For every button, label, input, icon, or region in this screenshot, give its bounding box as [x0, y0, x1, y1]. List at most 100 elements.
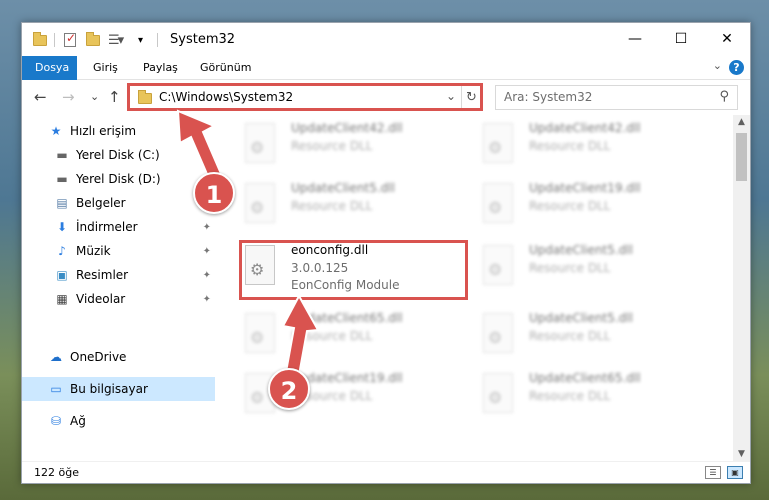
sidebar-item-this-pc[interactable]: ▭ Bu bilgisayar: [22, 377, 215, 401]
expand-ribbon-icon[interactable]: ⌄: [713, 59, 722, 72]
title-bar: ☰▾ ▾ System32 — ☐ ✕: [22, 23, 750, 56]
sidebar-item-network[interactable]: ⛁ Ağ: [22, 409, 215, 433]
pin-icon[interactable]: ✦: [203, 222, 211, 233]
new-folder-icon[interactable]: [86, 31, 100, 48]
pin-icon[interactable]: ✦: [203, 294, 211, 305]
sidebar-item-label: OneDrive: [70, 350, 127, 364]
dll-file-icon: [483, 245, 513, 285]
navigation-pane: ★ Hızlı erişim ▬ Yerel Disk (C:) ▬ Yerel…: [22, 115, 215, 461]
file-name: UpdateClient5.dll: [529, 311, 633, 325]
sidebar-item-local-disk-c[interactable]: ▬ Yerel Disk (C:): [22, 143, 215, 167]
file-tile[interactable]: UpdateClient42.dll Resource DLL: [239, 117, 459, 173]
search-box[interactable]: Ara: System32 ⚲: [495, 85, 738, 110]
file-name: UpdateClient5.dll: [291, 181, 395, 195]
scroll-down-icon[interactable]: ▼: [733, 449, 750, 459]
file-description: Resource DLL: [529, 261, 611, 275]
videos-icon: ▦: [56, 292, 68, 306]
file-description: Resource DLL: [529, 389, 611, 403]
documents-icon: ▤: [56, 196, 68, 210]
scrollbar-thumb[interactable]: [736, 133, 747, 181]
sidebar-item-label: Yerel Disk (D:): [76, 172, 161, 186]
search-icon[interactable]: ⚲: [719, 89, 729, 104]
file-tile[interactable]: UpdateClient19.dll Resource DLL: [477, 177, 697, 233]
vertical-scrollbar[interactable]: ▲ ▼: [733, 115, 750, 461]
quick-access-dropdown-icon[interactable]: ▾: [138, 32, 143, 48]
address-highlight-box: [127, 83, 483, 111]
drive-icon: ▬: [56, 172, 68, 186]
file-name: UpdateClient42.dll: [291, 121, 403, 135]
dll-file-icon: [483, 373, 513, 413]
file-description: Resource DLL: [291, 139, 373, 153]
file-highlight-box: [239, 240, 468, 300]
file-name: UpdateClient42.dll: [529, 121, 641, 135]
properties-check-icon[interactable]: [64, 31, 76, 48]
tab-view[interactable]: Görünüm: [200, 56, 251, 80]
sidebar-item-label: Bu bilgisayar: [70, 382, 148, 396]
maximize-button[interactable]: ☐: [658, 23, 704, 55]
sidebar-item-label: Videolar: [76, 292, 126, 306]
sidebar-item-label: Resimler: [76, 268, 129, 282]
up-button[interactable]: ↑: [108, 88, 121, 106]
sidebar-item-music[interactable]: ♪ Müzik ✦: [22, 239, 215, 263]
tab-file[interactable]: Dosya: [22, 56, 77, 80]
minimize-button[interactable]: —: [612, 23, 658, 55]
sidebar-item-quick-access[interactable]: ★ Hızlı erişim: [22, 119, 215, 143]
large-icons-view-icon[interactable]: ▣: [727, 466, 743, 479]
star-icon: ★: [50, 124, 62, 138]
back-button[interactable]: ←: [34, 88, 47, 106]
tab-share[interactable]: Paylaş: [143, 56, 178, 80]
dll-file-icon: [483, 123, 513, 163]
scroll-up-icon[interactable]: ▲: [733, 117, 750, 127]
dll-file-icon: [245, 123, 275, 163]
network-icon: ⛁: [50, 414, 62, 428]
sidebar-item-label: Müzik: [76, 244, 111, 258]
ribbon-tabs: Dosya Giriş Paylaş Görünüm ⌄ ?: [22, 56, 750, 80]
quick-access-folder-icon[interactable]: [33, 31, 47, 48]
file-description: Resource DLL: [529, 139, 611, 153]
toolbar-separator: [54, 32, 55, 48]
pin-icon[interactable]: ✦: [203, 246, 211, 257]
file-tile[interactable]: UpdateClient65.dll Resource DLL: [239, 307, 459, 363]
file-tile[interactable]: UpdateClient5.dll Resource DLL: [239, 177, 459, 233]
step-1-badge: 1: [193, 172, 235, 214]
sidebar-item-onedrive[interactable]: ☁ OneDrive: [22, 345, 215, 369]
downloads-icon: ⬇: [56, 220, 68, 234]
details-view-icon[interactable]: ☰: [705, 466, 721, 479]
recent-locations-button[interactable]: ⌄: [90, 90, 99, 103]
file-tile[interactable]: UpdateClient5.dll Resource DLL: [477, 307, 697, 363]
file-name: UpdateClient19.dll: [529, 181, 641, 195]
file-description: Resource DLL: [291, 329, 373, 343]
sidebar-item-label: İndirmeler: [76, 220, 138, 234]
dll-file-icon: [483, 183, 513, 223]
title-separator: [157, 32, 158, 48]
help-icon[interactable]: ?: [729, 60, 744, 75]
sidebar-item-videos[interactable]: ▦ Videolar ✦: [22, 287, 215, 311]
onedrive-icon: ☁: [50, 350, 62, 364]
file-tile[interactable]: UpdateClient65.dll Resource DLL: [477, 367, 697, 423]
status-bar: 122 öğe ☰ ▣: [22, 461, 750, 483]
sidebar-item-label: Belgeler: [76, 196, 126, 210]
music-icon: ♪: [58, 244, 66, 258]
file-description: Resource DLL: [529, 199, 611, 213]
tab-home[interactable]: Giriş: [93, 56, 118, 80]
close-button[interactable]: ✕: [704, 23, 750, 55]
this-pc-icon: ▭: [50, 382, 62, 396]
pin-icon[interactable]: ✦: [203, 270, 211, 281]
drive-icon: ▬: [56, 148, 68, 162]
forward-button[interactable]: →: [62, 88, 75, 106]
dll-file-icon: [483, 313, 513, 353]
dll-file-icon: [245, 313, 275, 353]
file-tile[interactable]: UpdateClient42.dll Resource DLL: [477, 117, 697, 173]
file-name: UpdateClient65.dll: [529, 371, 641, 385]
sidebar-item-documents[interactable]: ▤ Belgeler: [22, 191, 215, 215]
file-description: Resource DLL: [291, 199, 373, 213]
sidebar-item-label: Yerel Disk (C:): [76, 148, 160, 162]
customize-toolbar-icon[interactable]: ☰▾: [108, 32, 124, 48]
sidebar-item-pictures[interactable]: ▣ Resimler ✦: [22, 263, 215, 287]
file-tile[interactable]: UpdateClient5.dll Resource DLL: [477, 239, 697, 295]
sidebar-item-downloads[interactable]: ⬇ İndirmeler ✦: [22, 215, 215, 239]
window-title: System32: [170, 32, 236, 47]
sidebar-item-label: Ağ: [70, 414, 86, 428]
file-description: Resource DLL: [529, 329, 611, 343]
sidebar-item-local-disk-d[interactable]: ▬ Yerel Disk (D:): [22, 167, 215, 191]
